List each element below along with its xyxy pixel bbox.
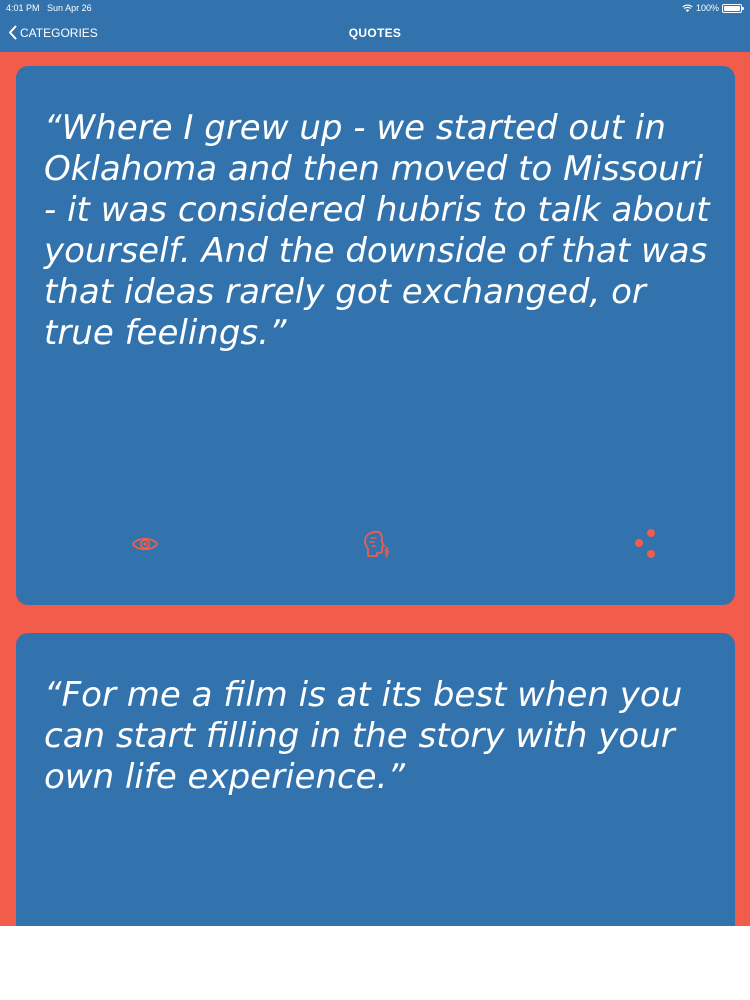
quotes-list[interactable]: “Where I grew up - we started out in Okl… — [0, 52, 750, 926]
page-title: QUOTES — [348, 26, 402, 40]
navigation-bar: CATEGORIES QUOTES — [0, 16, 750, 52]
status-bar: 4:01 PM Sun Apr 26 100% — [0, 0, 750, 16]
eye-icon — [131, 537, 159, 551]
quote-card[interactable]: “Where I grew up - we started out in Okl… — [16, 66, 735, 605]
author-head-icon — [364, 530, 389, 558]
author-button[interactable] — [358, 527, 392, 561]
wifi-icon — [682, 4, 693, 12]
battery-level-fill — [724, 5, 740, 11]
share-icon — [635, 529, 655, 558]
quote-text: “For me a film is at its best when you c… — [44, 675, 683, 797]
battery-percent: 100% — [695, 3, 719, 13]
top-bar: 4:01 PM Sun Apr 26 100% CATEGORIES QUOTE… — [0, 0, 750, 52]
status-time-date: 4:01 PM Sun Apr 26 — [6, 0, 92, 16]
quote-text: “Where I grew up - we started out in Okl… — [44, 108, 710, 353]
status-right: 100% — [682, 0, 744, 16]
quote-card[interactable]: “For me a film is at its best when you c… — [16, 633, 735, 926]
quote-actions — [16, 527, 735, 563]
view-button[interactable] — [128, 527, 162, 561]
share-button[interactable] — [628, 527, 662, 561]
status-time: 4:01 PM — [6, 3, 40, 13]
battery-icon — [722, 3, 744, 13]
status-date: Sun Apr 26 — [47, 3, 92, 13]
